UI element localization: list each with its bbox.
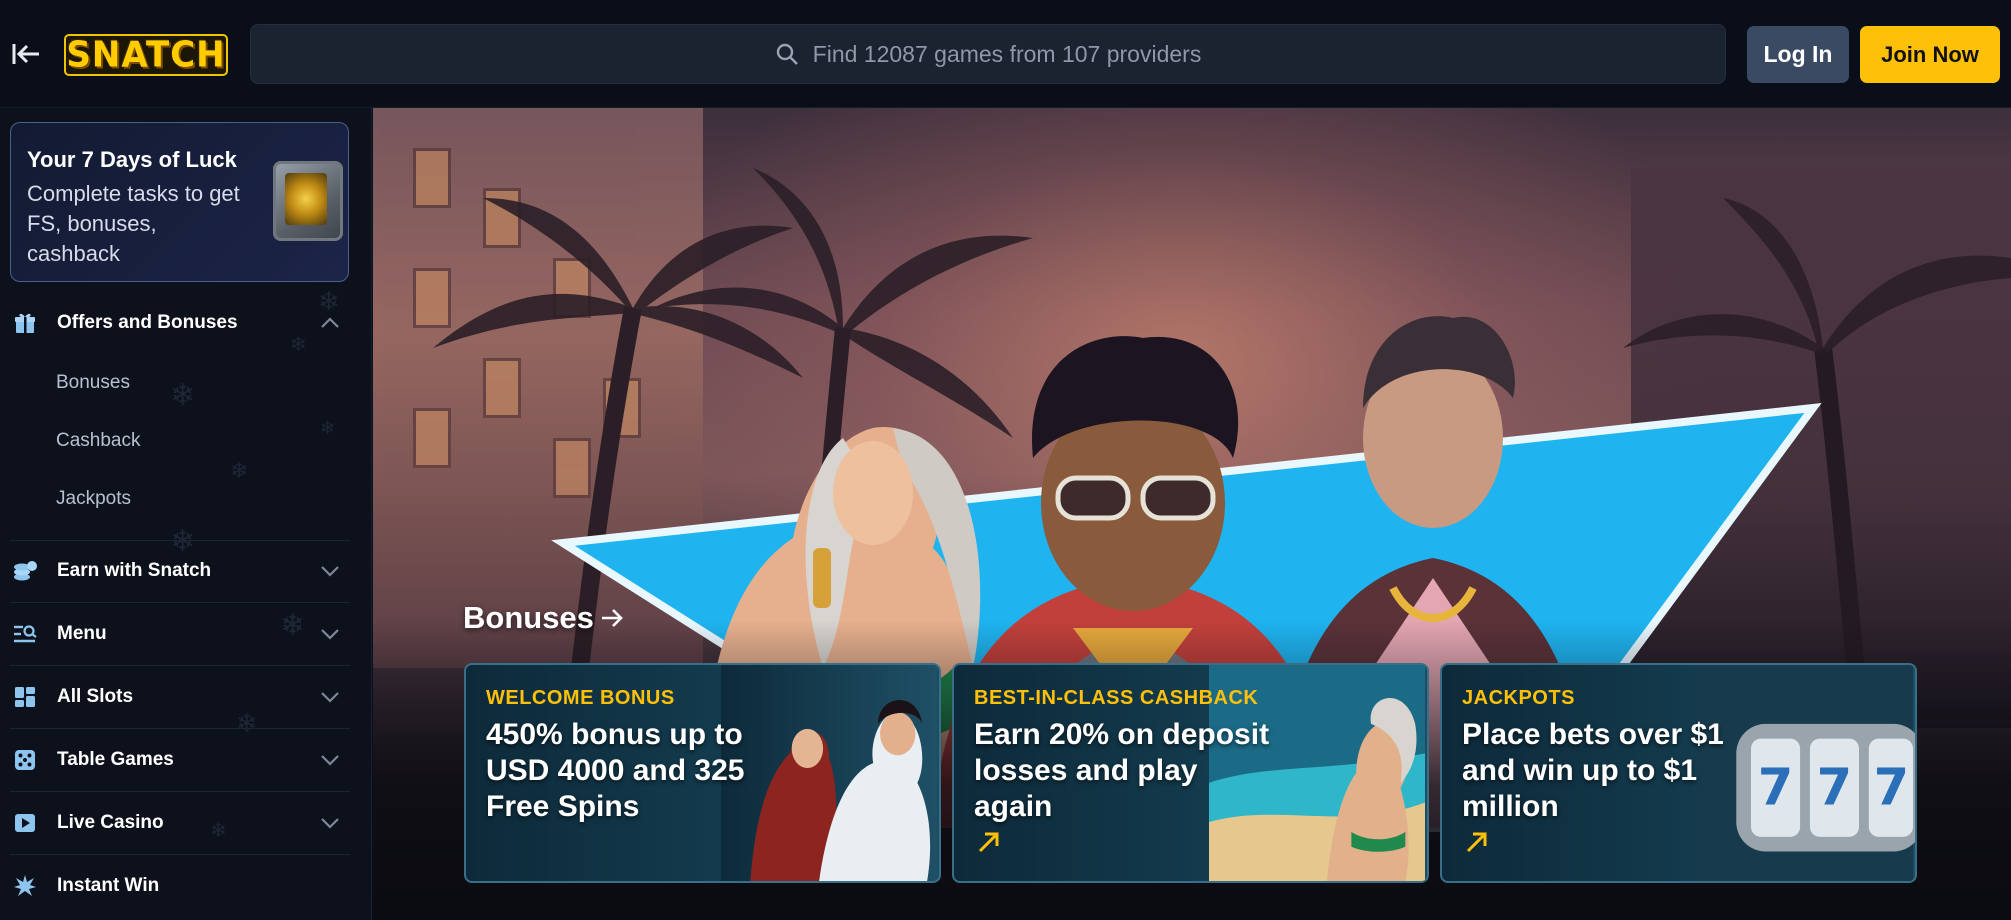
- svg-text:7: 7: [1874, 758, 1910, 817]
- collapse-sidebar-icon: [12, 44, 39, 64]
- search-icon: [776, 43, 798, 65]
- safe-icon: [273, 161, 343, 241]
- search-bar[interactable]: Find 12087 games from 107 providers: [250, 24, 1726, 84]
- dice-icon: [12, 747, 38, 773]
- snowflake-icon: ❄: [170, 379, 196, 412]
- collapse-sidebar-button[interactable]: [8, 34, 44, 74]
- sidebar-item-offers-and-bonuses[interactable]: Offers and Bonuses: [0, 292, 350, 354]
- sidebar-item-label: Live Casino: [57, 812, 164, 833]
- grid-icon: [12, 684, 38, 710]
- svg-text:7: 7: [1817, 758, 1853, 817]
- sidebar-item-all-slots[interactable]: All Slots: [0, 666, 350, 728]
- promo-headline: 450% bonus up to USD 4000 and 325 Free S…: [486, 718, 745, 823]
- chevron-down-icon: [321, 692, 339, 703]
- coins-icon: [12, 558, 38, 584]
- sidebar-subitem-bonuses[interactable]: Bonuses: [56, 372, 130, 394]
- chevron-down-icon: [321, 818, 339, 829]
- sidebar-subitem-cashback[interactable]: Cashback: [56, 430, 141, 452]
- chevron-down-icon: [321, 629, 339, 640]
- snowflake-icon: ❄: [320, 418, 336, 438]
- promo-headline: Earn 20% on deposit losses and play agai…: [974, 718, 1270, 823]
- menu-search-icon: [12, 621, 38, 647]
- sidebar: ❄ ❄ ❄ ❄ ❄ ❄ ❄ ❄ ❄ Your 7 Days of Luck Co…: [0, 108, 372, 920]
- snowflake-icon: ❄: [230, 458, 249, 483]
- sidebar-item-menu[interactable]: Menu: [0, 603, 350, 665]
- chevron-up-icon: [321, 317, 339, 328]
- promo-kicker: JACKPOTS: [1462, 687, 1575, 709]
- bonuses-section-link[interactable]: Bonuses: [463, 600, 624, 636]
- sidebar-item-label: Table Games: [57, 749, 174, 770]
- bonuses-link-label: Bonuses: [463, 600, 594, 635]
- sidebar-item-label: Instant Win: [57, 875, 160, 896]
- sidebar-item-label: Earn with Snatch: [57, 560, 212, 581]
- sidebar-item-earn-with-snatch[interactable]: Earn with Snatch: [0, 540, 350, 602]
- play-icon: [12, 810, 38, 836]
- login-button[interactable]: Log In: [1747, 26, 1849, 83]
- promo-headline: Place bets over $1 and win up to $1 mill…: [1462, 718, 1724, 823]
- burst-icon: [12, 873, 38, 899]
- arrow-up-right-icon: [978, 832, 999, 853]
- sidebar-item-label: Offers and Bonuses: [57, 312, 238, 333]
- site-logo[interactable]: SNATCH: [64, 34, 228, 76]
- sidebar-item-label: Menu: [57, 623, 107, 644]
- seven-days-luck-card[interactable]: Your 7 Days of Luck Complete tasks to ge…: [10, 122, 349, 282]
- arrow-right-icon: [601, 609, 623, 627]
- sidebar-item-label: All Slots: [57, 686, 134, 707]
- sidebar-item-instant-win[interactable]: Instant Win: [0, 855, 350, 917]
- chevron-down-icon: [321, 755, 339, 766]
- sidebar-item-table-games[interactable]: Table Games: [0, 729, 350, 791]
- gift-icon: [12, 310, 38, 336]
- promo-card-welcome-bonus[interactable]: WELCOME BONUS 450% bonus up to USD 4000 …: [464, 663, 941, 883]
- arrow-up-right-icon: [1466, 832, 1487, 853]
- hero-banner: Bonuses WELCOME BONUS 450% bonus up to U…: [373, 108, 2011, 920]
- join-now-button[interactable]: Join Now: [1860, 26, 2000, 83]
- promo-kicker: BEST-IN-CLASS CASHBACK: [974, 687, 1259, 709]
- promo-card-jackpots[interactable]: 7 7 7 JACKPOTS Place bets over $1 and wi…: [1440, 663, 1917, 883]
- luck-card-description: Complete tasks to get FS, bonuses, cashb…: [27, 181, 240, 266]
- top-header: SNATCH Find 12087 games from 107 provide…: [0, 0, 2011, 108]
- sidebar-subitem-jackpots[interactable]: Jackpots: [56, 488, 131, 510]
- logo-text: SNATCH: [66, 34, 226, 76]
- promo-card-cashback[interactable]: BEST-IN-CLASS CASHBACK Earn 20% on depos…: [952, 663, 1429, 883]
- luck-card-title: Your 7 Days of Luck: [27, 147, 237, 172]
- promo-kicker: WELCOME BONUS: [486, 687, 675, 709]
- sidebar-item-live-casino[interactable]: Live Casino: [0, 792, 350, 854]
- search-placeholder: Find 12087 games from 107 providers: [812, 40, 1202, 67]
- chevron-down-icon: [321, 566, 339, 577]
